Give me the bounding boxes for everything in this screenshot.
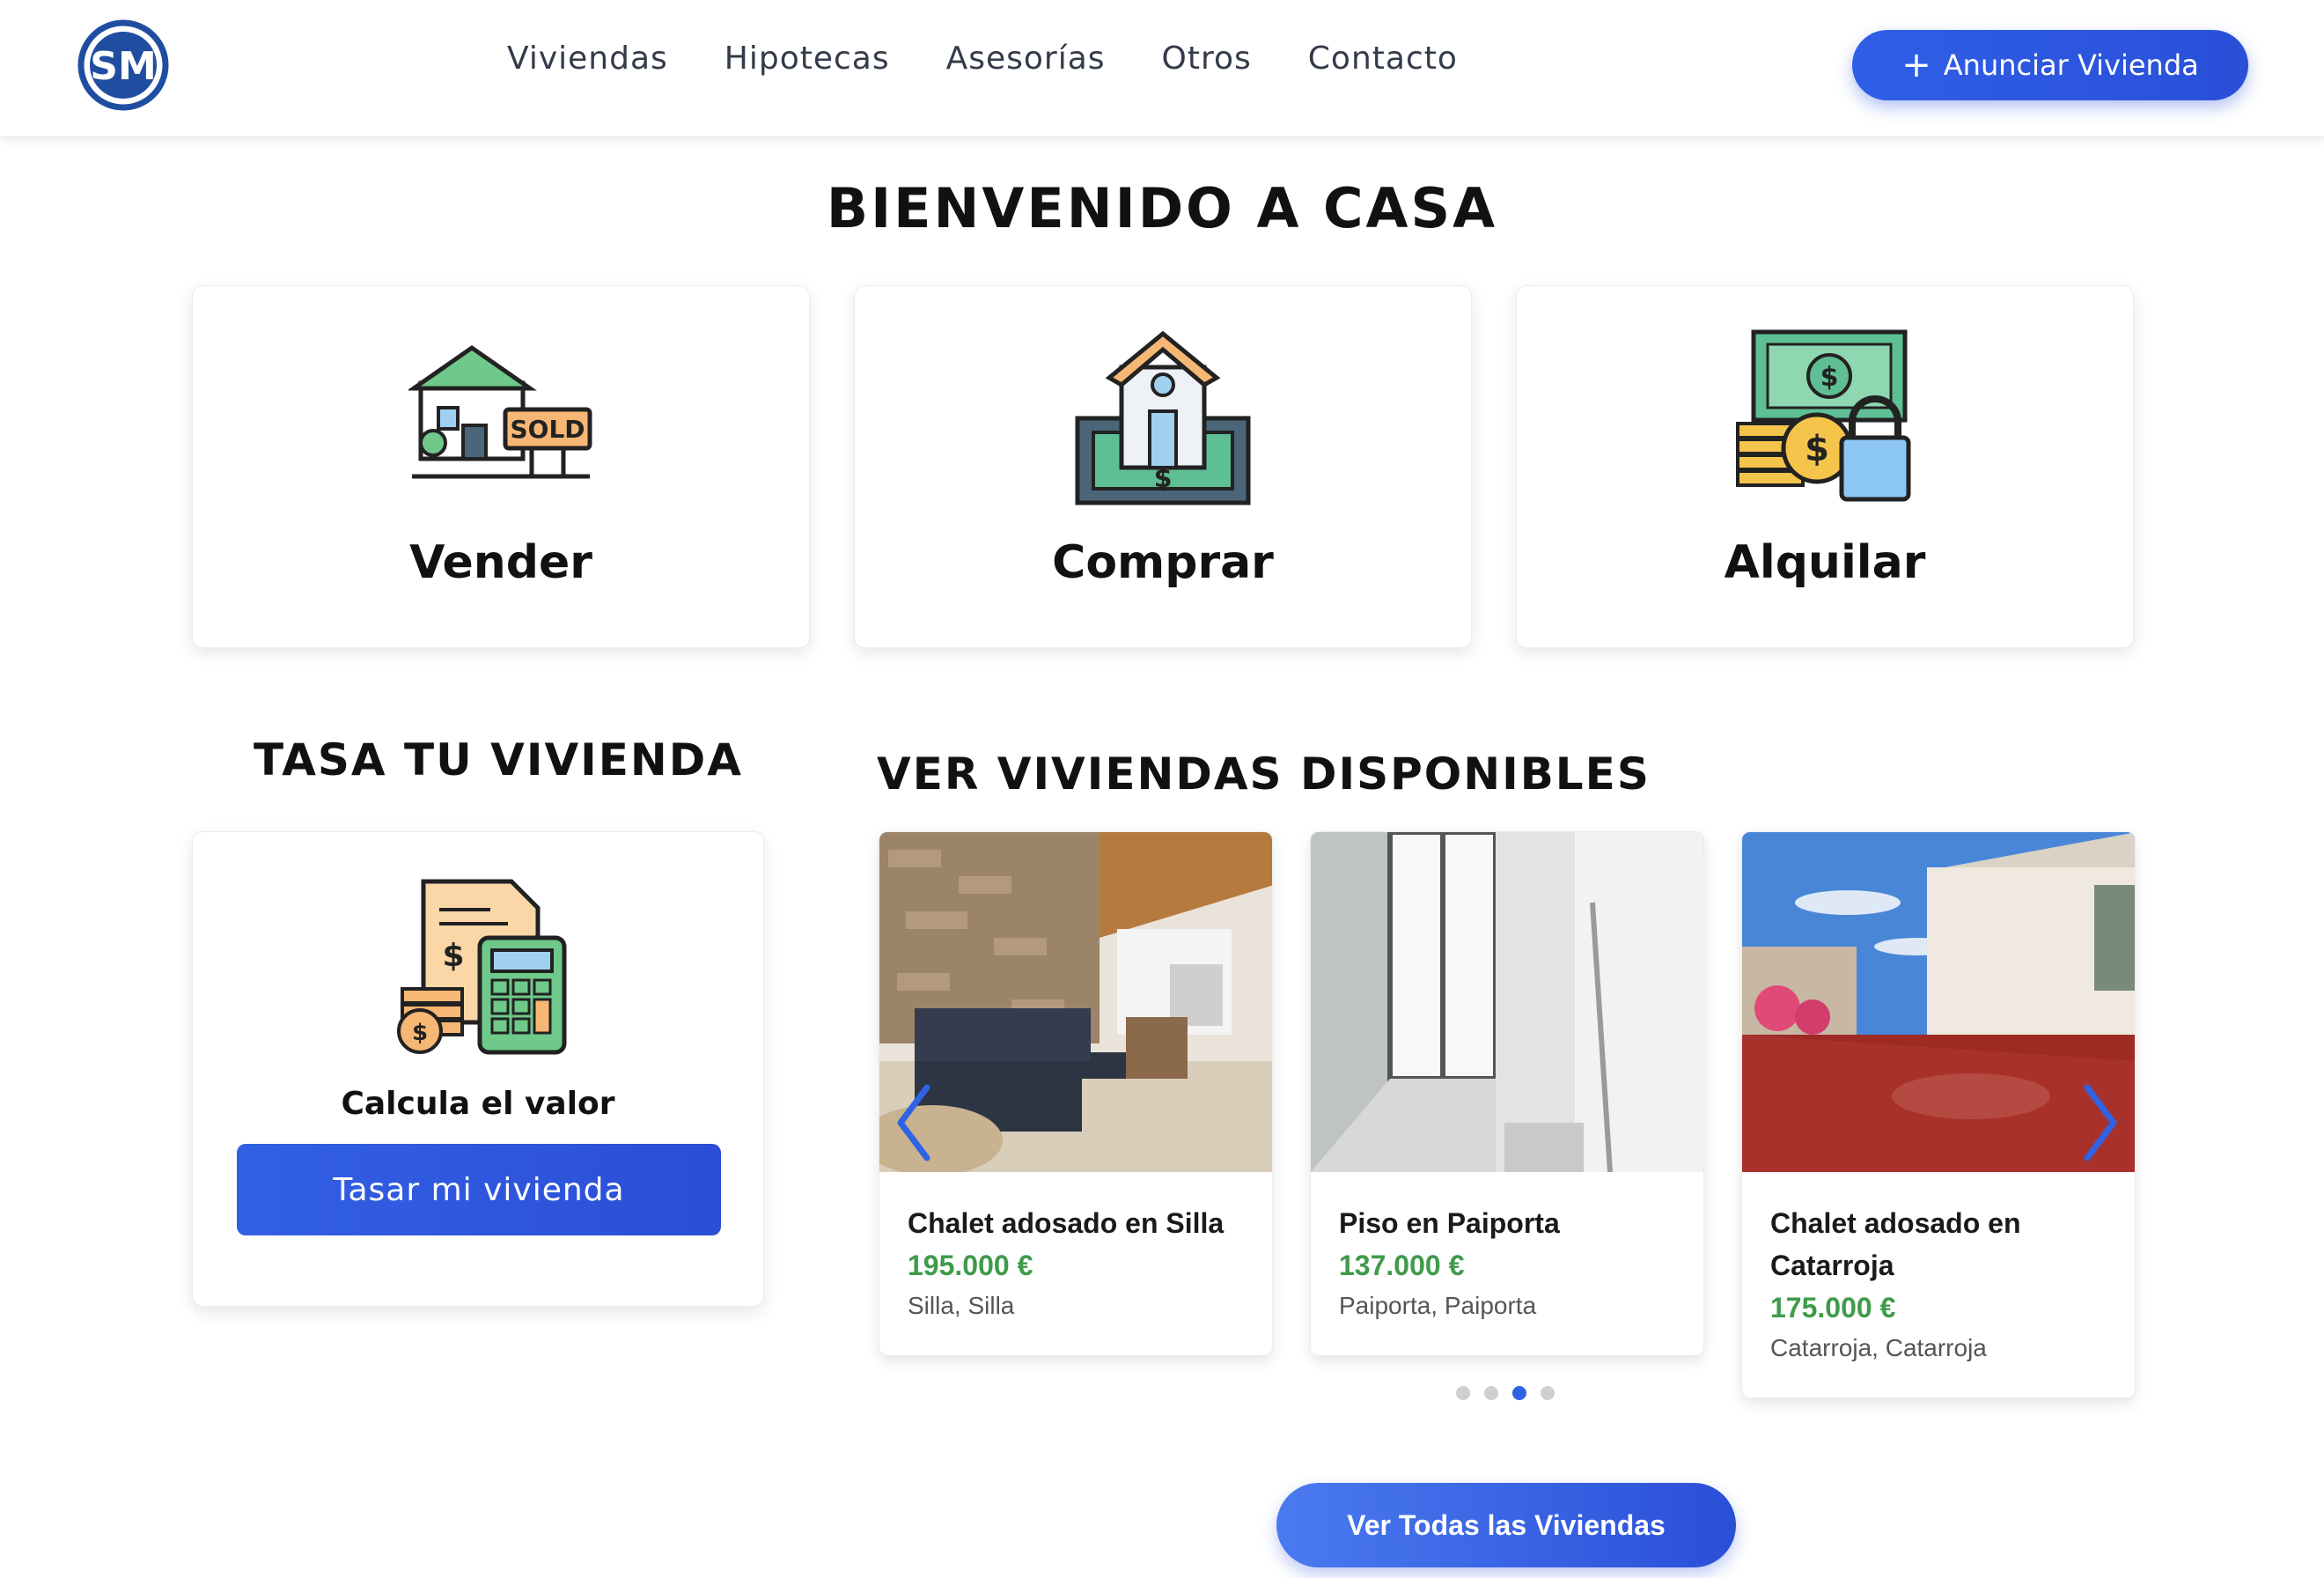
service-label-vender: Vender (409, 536, 592, 589)
svg-text:$: $ (1154, 463, 1173, 494)
house-sold-sign-icon: SOLD (408, 344, 592, 479)
cash-lock-icon: $ $ (1736, 329, 1911, 502)
logo-sm-icon[interactable]: SM (77, 19, 169, 111)
carousel-dot[interactable] (1541, 1386, 1555, 1400)
nav-viviendas[interactable]: Viviendas (507, 41, 668, 77)
carousel-dot-active[interactable] (1512, 1386, 1526, 1400)
svg-text:$: $ (1820, 362, 1839, 393)
view-all-listings-button[interactable]: Ver Todas las Viviendas (1276, 1483, 1736, 1567)
svg-text:SM: SM (90, 44, 156, 89)
anunciar-vivienda-label: Anunciar Vivienda (1943, 48, 2199, 82)
listing-photo (1311, 832, 1703, 1172)
svg-text:$: $ (1805, 429, 1829, 469)
nav-asesorias[interactable]: Asesorías (946, 41, 1106, 77)
listing-photo (879, 832, 1272, 1172)
listing-location: Paiporta, Paiporta (1339, 1292, 1537, 1319)
listing-title: Chalet adosado en Catarroja (1770, 1207, 2021, 1281)
svg-text:$: $ (412, 1020, 428, 1046)
valuation-heading: TASA TU VIVIENDA (254, 734, 743, 785)
tasar-vivienda-button[interactable]: Tasar mi vivienda (237, 1144, 721, 1235)
listing-title: Piso en Paiporta (1339, 1207, 1560, 1239)
svg-text:SOLD: SOLD (510, 415, 585, 444)
listing-price: 175.000 € (1770, 1292, 1896, 1324)
listings-heading: VER VIVIENDAS DISPONIBLES (877, 748, 1651, 800)
anunciar-vivienda-button[interactable]: + Anunciar Vivienda (1852, 30, 2248, 100)
valuation-card: $ $ Calcula el valor Tasar mi vivienda (192, 831, 764, 1307)
house-money-icon: $ (1075, 330, 1251, 505)
nav-hipotecas[interactable]: Hipotecas (724, 41, 890, 77)
listing-location: Catarroja, Catarroja (1770, 1334, 1987, 1361)
plus-icon: + (1901, 45, 1931, 85)
main-nav: Viviendas Hipotecas Asesorías Otros Cont… (507, 41, 1458, 77)
service-card-alquilar[interactable]: $ $ Alquilar (1516, 285, 2134, 648)
service-label-comprar: Comprar (1052, 536, 1274, 589)
site-header: SM Viviendas Hipotecas Asesorías Otros C… (0, 0, 2324, 137)
valuation-label: Calcula el valor (341, 1086, 615, 1122)
listing-price: 137.000 € (1339, 1250, 1465, 1281)
listing-location: Silla, Silla (908, 1292, 1015, 1319)
carousel-dot[interactable] (1456, 1386, 1470, 1400)
service-card-vender[interactable]: SOLD Vender (192, 285, 810, 648)
carousel-prev-arrow-icon[interactable] (888, 1079, 941, 1167)
listing-title: Chalet adosado en Silla (908, 1207, 1225, 1239)
carousel-next-arrow-icon[interactable] (2073, 1079, 2126, 1167)
carousel-dot[interactable] (1484, 1386, 1498, 1400)
service-card-comprar[interactable]: $ Comprar (854, 285, 1472, 648)
carousel-dots (1456, 1386, 1555, 1400)
listing-card[interactable]: Piso en Paiporta 137.000 € Paiporta, Pai… (1310, 831, 1704, 1356)
svg-text:$: $ (442, 938, 464, 974)
service-label-alquilar: Alquilar (1724, 536, 1926, 589)
listing-price: 195.000 € (908, 1250, 1033, 1281)
page-title: BIENVENIDO A CASA (826, 176, 1498, 240)
listing-card[interactable]: Chalet adosado en Catarroja 175.000 € Ca… (1741, 831, 2136, 1398)
listing-photo (1742, 832, 2135, 1172)
nav-contacto[interactable]: Contacto (1308, 41, 1458, 77)
calculator-invoice-icon: $ $ (397, 879, 567, 1055)
nav-otros[interactable]: Otros (1162, 41, 1252, 77)
listing-card[interactable]: Chalet adosado en Silla 195.000 € Silla,… (879, 831, 1273, 1356)
